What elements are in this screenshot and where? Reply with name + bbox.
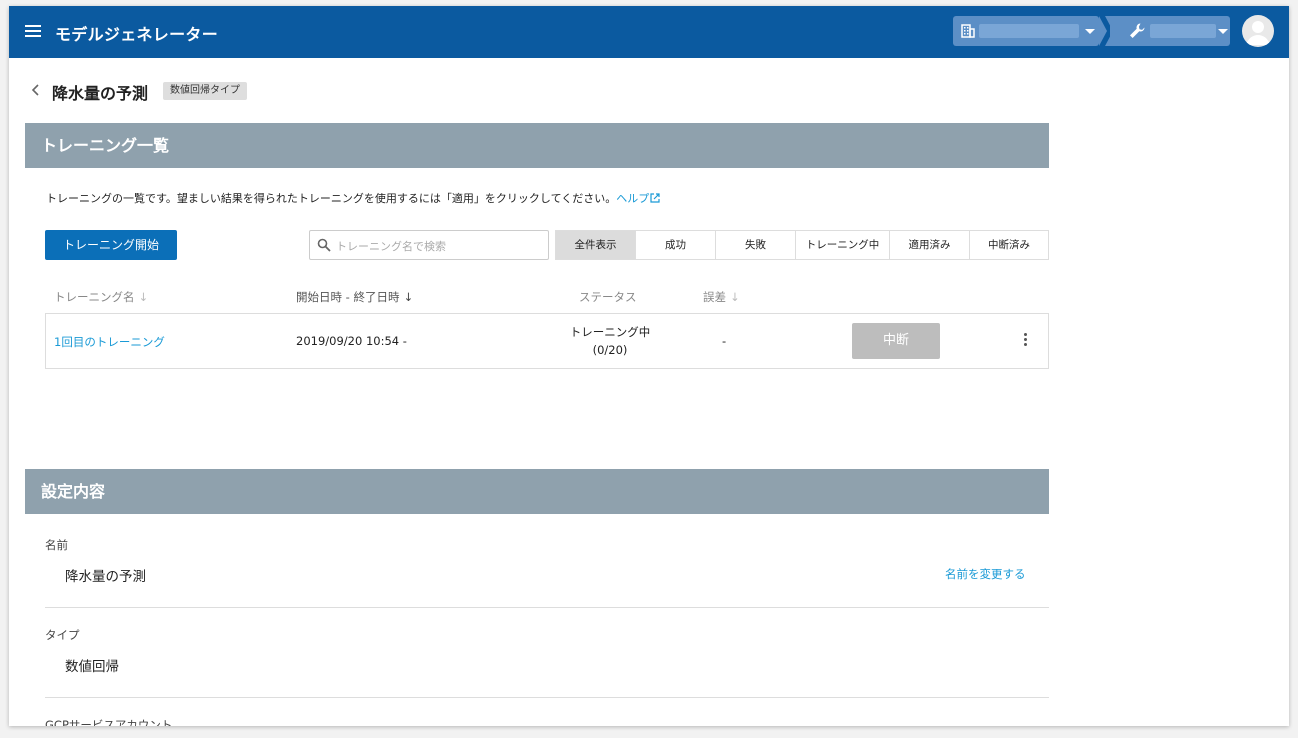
training-list-header: トレーニング一覧 xyxy=(25,123,1049,168)
table-row: 1回目のトレーニング 2019/09/20 10:54 - トレーニング中 (0… xyxy=(45,313,1049,369)
user-avatar-icon[interactable] xyxy=(1242,15,1274,47)
column-header-name-label: トレーニング名 xyxy=(54,290,135,304)
divider xyxy=(45,697,1049,698)
app-title: モデルジェネレーター xyxy=(55,25,219,44)
search-input[interactable] xyxy=(334,235,543,257)
training-status: トレーニング中 (0/20) xyxy=(546,323,674,359)
type-value: 数値回帰 xyxy=(65,659,119,675)
name-value: 降水量の予測 xyxy=(65,569,146,585)
filter-success[interactable]: 成功 xyxy=(635,231,715,259)
organization-name-redacted xyxy=(979,24,1079,38)
help-link-label: ヘルプ xyxy=(616,192,650,205)
page-title: 降水量の予測 xyxy=(52,84,149,103)
name-label: 名前 xyxy=(45,538,68,552)
filter-all[interactable]: 全件表示 xyxy=(556,231,635,259)
training-name-link[interactable]: 1回目のトレーニング xyxy=(54,334,165,350)
column-header-period-label: 開始日時 - 終了日時 xyxy=(296,290,400,304)
filter-training[interactable]: トレーニング中 xyxy=(795,231,889,259)
training-description: トレーニングの一覧です。望ましい結果を得られたトレーニングを使用するには「適用」… xyxy=(46,190,660,206)
app-window: モデルジェネレーター 降水量の予測 数値回帰タイプ トレーニング一覧 トレーニン… xyxy=(9,6,1289,726)
column-header-error[interactable]: 誤差 ↓ xyxy=(703,289,740,305)
search-icon xyxy=(317,238,331,252)
description-text: トレーニングの一覧です。望ましい結果を得られたトレーニングを使用するには「適用」… xyxy=(46,192,617,205)
column-header-name[interactable]: トレーニング名 ↓ xyxy=(54,289,148,305)
stop-training-button[interactable]: 中断 xyxy=(852,323,940,359)
more-options-icon[interactable] xyxy=(1024,333,1028,348)
filter-failed[interactable]: 失敗 xyxy=(715,231,795,259)
sort-arrow-down-icon: ↓ xyxy=(730,290,740,304)
column-header-period[interactable]: 開始日時 - 終了日時 ↓ xyxy=(296,289,413,305)
type-badge: 数値回帰タイプ xyxy=(163,82,247,100)
help-link[interactable]: ヘルプ xyxy=(616,192,660,205)
back-chevron-icon[interactable] xyxy=(30,82,40,101)
project-name-redacted xyxy=(1150,24,1216,38)
rename-link[interactable]: 名前を変更する xyxy=(945,566,1026,582)
training-error: - xyxy=(722,334,727,348)
gcp-account-label: GCPサービスアカウント xyxy=(45,718,173,726)
chevron-down-icon xyxy=(1218,29,1228,34)
hamburger-menu-icon[interactable] xyxy=(25,25,41,39)
training-status-text: トレーニング中 xyxy=(569,325,651,339)
status-filter-group: 全件表示 成功 失敗 トレーニング中 適用済み 中断済み xyxy=(555,230,1049,260)
project-selector[interactable] xyxy=(1110,16,1230,46)
filter-applied[interactable]: 適用済み xyxy=(889,231,969,259)
column-header-status: ステータス xyxy=(579,290,637,304)
filter-stopped[interactable]: 中断済み xyxy=(969,231,1048,259)
app-bar: モデルジェネレーター xyxy=(9,6,1289,58)
wrench-icon xyxy=(1130,23,1145,38)
column-header-error-label: 誤差 xyxy=(703,290,726,304)
external-link-icon xyxy=(650,193,660,203)
sort-arrow-down-icon: ↓ xyxy=(138,290,149,304)
settings-header: 設定内容 xyxy=(25,469,1049,514)
type-label: タイプ xyxy=(45,628,80,642)
building-icon xyxy=(961,24,975,38)
training-progress: (0/20) xyxy=(592,343,628,357)
divider xyxy=(45,607,1049,608)
training-period: 2019/09/20 10:54 - xyxy=(296,334,407,348)
organization-selector[interactable] xyxy=(953,16,1099,46)
start-training-button[interactable]: トレーニング開始 xyxy=(45,230,177,260)
sort-arrow-down-icon: ↓ xyxy=(403,290,414,304)
chevron-down-icon xyxy=(1085,29,1095,34)
search-box xyxy=(309,230,549,260)
